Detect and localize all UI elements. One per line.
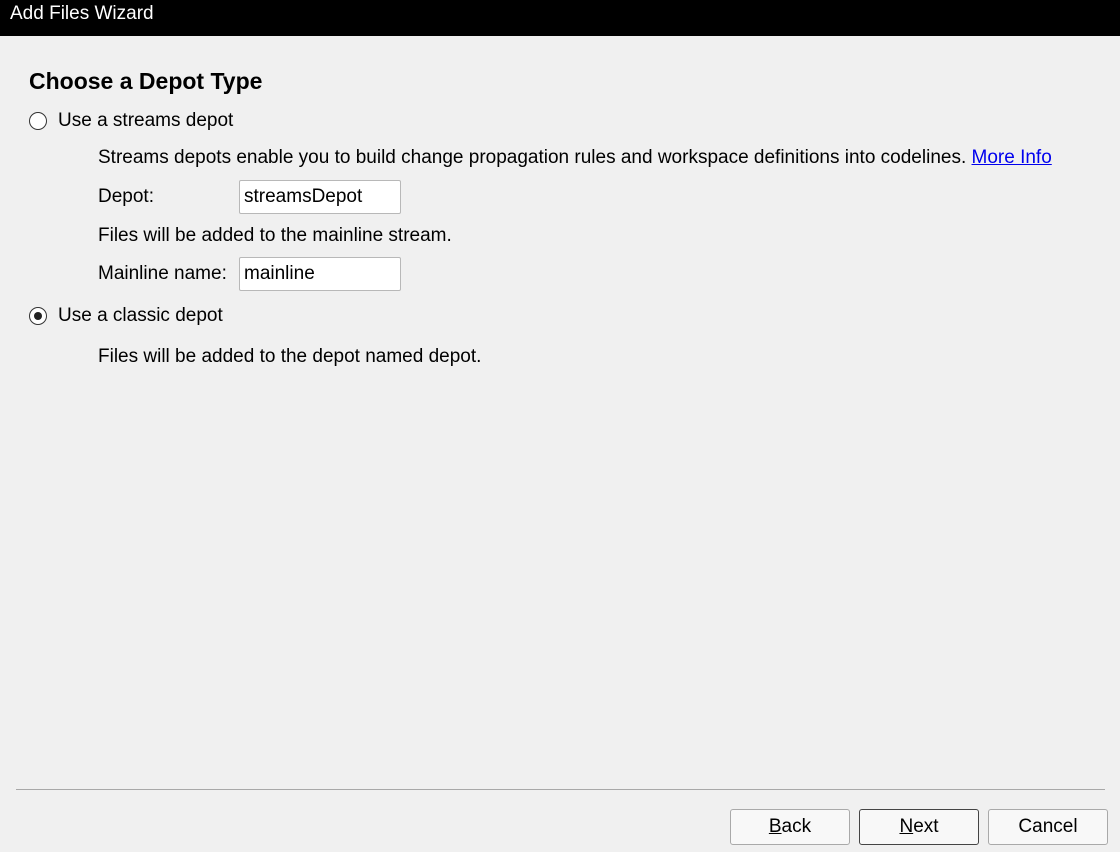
streams-description-text: Streams depots enable you to build chang…	[98, 147, 967, 168]
classic-depot-radio[interactable]	[29, 307, 47, 325]
page-heading: Choose a Depot Type	[29, 68, 263, 94]
back-mnemonic: B	[768, 816, 782, 837]
window-title: Add Files Wizard	[10, 3, 154, 24]
mainline-name-label: Mainline name:	[98, 263, 227, 284]
back-button[interactable]: Back	[730, 809, 850, 845]
back-label-rest: ack	[781, 816, 812, 837]
classic-depot-label: Use a classic depot	[58, 305, 223, 326]
streams-depot-radio[interactable]	[29, 112, 47, 130]
title-bar: Add Files Wizard	[0, 0, 1120, 36]
cancel-button[interactable]: Cancel	[988, 809, 1108, 845]
depot-label: Depot:	[98, 186, 154, 207]
depot-name-field[interactable]	[239, 180, 401, 214]
more-info-link[interactable]: More Info	[972, 147, 1052, 168]
footer-divider	[16, 789, 1105, 790]
mainline-note: Files will be added to the mainline stre…	[98, 225, 452, 246]
classic-depot-note: Files will be added to the depot named d…	[98, 346, 482, 367]
next-button[interactable]: Next	[859, 809, 979, 845]
classic-depot-option[interactable]: Use a classic depot	[29, 304, 223, 328]
streams-depot-label: Use a streams depot	[58, 110, 234, 131]
streams-depot-option[interactable]: Use a streams depot	[29, 109, 233, 133]
next-mnemonic: N	[899, 816, 914, 837]
next-label-rest: ext	[913, 816, 939, 837]
mainline-name-field[interactable]	[239, 257, 401, 291]
streams-description: Streams depots enable you to build chang…	[98, 146, 1052, 170]
